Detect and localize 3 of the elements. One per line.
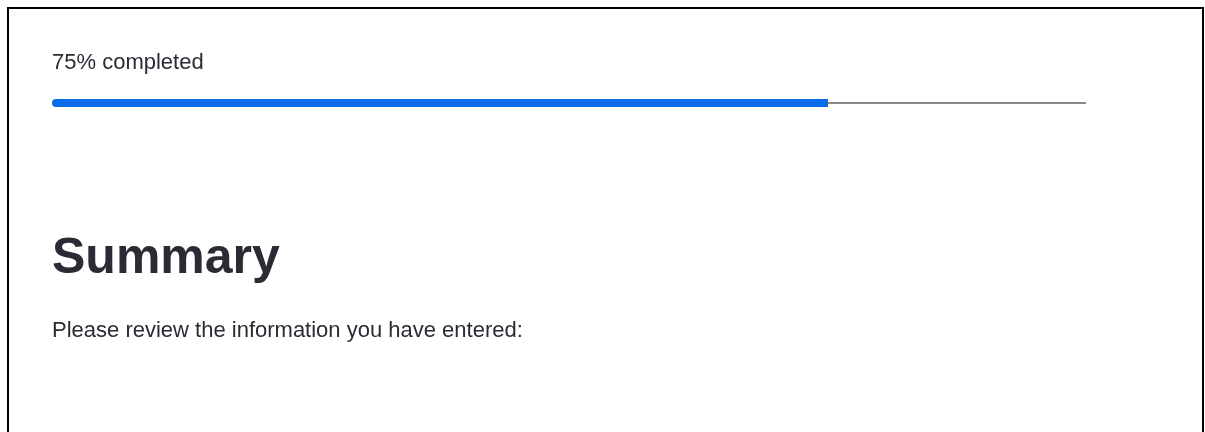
progress-label: 75% completed [52, 48, 205, 76]
page-heading: Summary [52, 228, 281, 284]
intro-text: Please review the information you have entered: [52, 316, 524, 344]
